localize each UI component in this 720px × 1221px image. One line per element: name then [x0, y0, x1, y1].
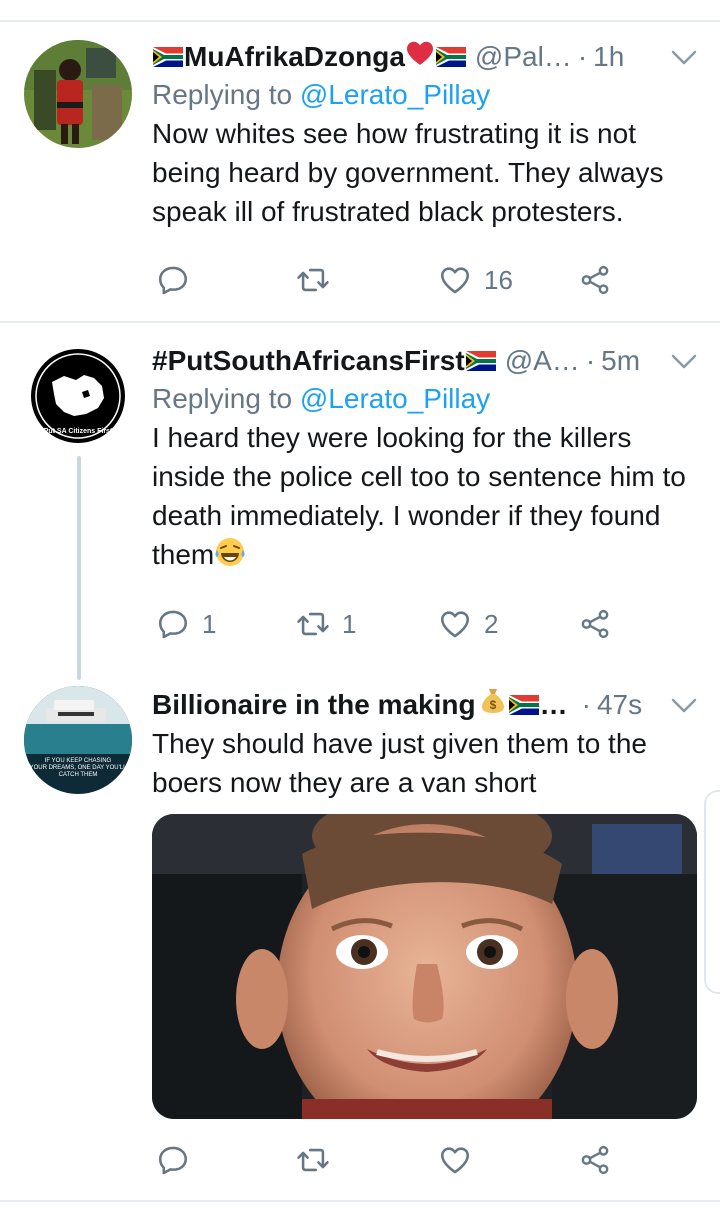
tweet-divider — [0, 321, 720, 323]
like-count: 16 — [484, 264, 513, 295]
retweet-icon — [296, 263, 330, 297]
like-count: 2 — [484, 608, 499, 639]
money-bag-icon: $ — [478, 685, 508, 725]
za-flag-icon — [436, 47, 466, 67]
reply-count: 1 — [202, 608, 217, 639]
share-icon — [578, 1143, 612, 1177]
like-icon — [438, 263, 472, 297]
share-icon — [578, 263, 612, 297]
share-button[interactable] — [578, 258, 612, 302]
reply-button[interactable] — [156, 258, 202, 302]
reply-button[interactable]: 1 — [156, 602, 216, 646]
timestamp[interactable]: 1h — [593, 38, 624, 76]
replying-to: Replying to @Lerato_Pillay — [152, 380, 697, 418]
separator-dot: · — [581, 689, 591, 720]
reply-icon — [156, 263, 190, 297]
avatar-caption-line-3: CATCH THEM — [59, 772, 98, 778]
reply-icon — [156, 607, 190, 641]
tweet-actions — [152, 1138, 622, 1182]
replying-to-handle[interactable]: @Lerato_Pillay — [300, 79, 490, 110]
svg-text:$: $ — [489, 698, 496, 712]
share-button[interactable] — [578, 602, 612, 646]
display-name-ellipsis: … — [539, 689, 568, 720]
display-name[interactable]: MuAfrikaDzonga — [184, 38, 405, 76]
separator-dot: · — [585, 345, 596, 376]
tweet-text: They should have just given them to the … — [152, 728, 647, 798]
thread-line — [77, 456, 81, 680]
tweet-actions: 1 1 2 — [152, 602, 622, 646]
replying-to-handle[interactable]: @Lerato_Pillay — [300, 383, 490, 414]
retweet-button[interactable] — [296, 258, 342, 302]
tweet-actions: 16 — [152, 258, 622, 302]
display-name[interactable]: #PutSouthAfricansFirst — [152, 342, 465, 380]
share-icon — [578, 607, 612, 641]
tweet-header: Billionaire in the making $ … · 47s — [152, 686, 697, 724]
top-divider — [0, 20, 720, 22]
avatar-caption-line-2: YOUR DREAMS, ONE DAY YOU'LL — [30, 765, 128, 771]
tweet-media-image[interactable] — [152, 814, 697, 1119]
like-icon — [438, 607, 472, 641]
za-flag-icon — [153, 47, 183, 67]
user-handle[interactable]: @A… — [505, 342, 580, 380]
tweet-text: Now whites see how frustrating it is not… — [152, 118, 664, 227]
retweet-icon — [296, 1143, 330, 1177]
red-heart-icon — [405, 38, 435, 76]
retweet-count: 1 — [342, 608, 357, 639]
retweet-icon — [296, 607, 330, 641]
avatar[interactable]: Put SA Citizens First — [24, 342, 132, 450]
chevron-down-icon[interactable] — [671, 354, 697, 370]
reply-icon — [156, 1143, 190, 1177]
avatar[interactable] — [24, 40, 132, 148]
retweet-button[interactable] — [296, 1138, 342, 1182]
tweet-text-container: I heard they were looking for the killer… — [152, 418, 697, 578]
user-handle[interactable]: @Pal… — [475, 38, 572, 76]
like-icon — [438, 1143, 472, 1177]
timestamp[interactable]: 47s — [597, 686, 642, 724]
chevron-down-icon[interactable] — [671, 50, 697, 66]
za-flag-icon — [509, 695, 539, 715]
chevron-down-icon[interactable] — [671, 698, 697, 714]
retweet-button[interactable]: 1 — [296, 602, 356, 646]
avatar-caption: Put SA Citizens First — [44, 428, 113, 435]
avatar[interactable]: IF YOU KEEP CHASING YOUR DREAMS, ONE DAY… — [24, 686, 132, 794]
reply-button[interactable] — [156, 1138, 202, 1182]
replying-to-label: Replying to — [152, 79, 293, 110]
replying-to-label: Replying to — [152, 383, 293, 414]
like-button[interactable]: 2 — [438, 602, 498, 646]
laughing-tears-icon — [214, 536, 246, 578]
tweet-header: #PutSouthAfricansFirst @A… · 5m — [152, 342, 697, 380]
like-button[interactable] — [438, 1138, 484, 1182]
scroll-handle[interactable] — [704, 790, 720, 994]
display-name[interactable]: Billionaire in the making — [152, 686, 476, 724]
timestamp[interactable]: 5m — [601, 342, 640, 380]
za-flag-icon — [466, 351, 496, 371]
like-button[interactable]: 16 — [438, 258, 513, 302]
separator-dot: · — [577, 41, 588, 72]
avatar-caption-line-1: IF YOU KEEP CHASING — [45, 758, 112, 764]
replying-to: Replying to @Lerato_Pillay — [152, 76, 697, 114]
share-button[interactable] — [578, 1138, 612, 1182]
tweet-header: MuAfrikaDzonga @Pal… · 1h — [152, 38, 697, 76]
bottom-divider — [0, 1200, 720, 1202]
